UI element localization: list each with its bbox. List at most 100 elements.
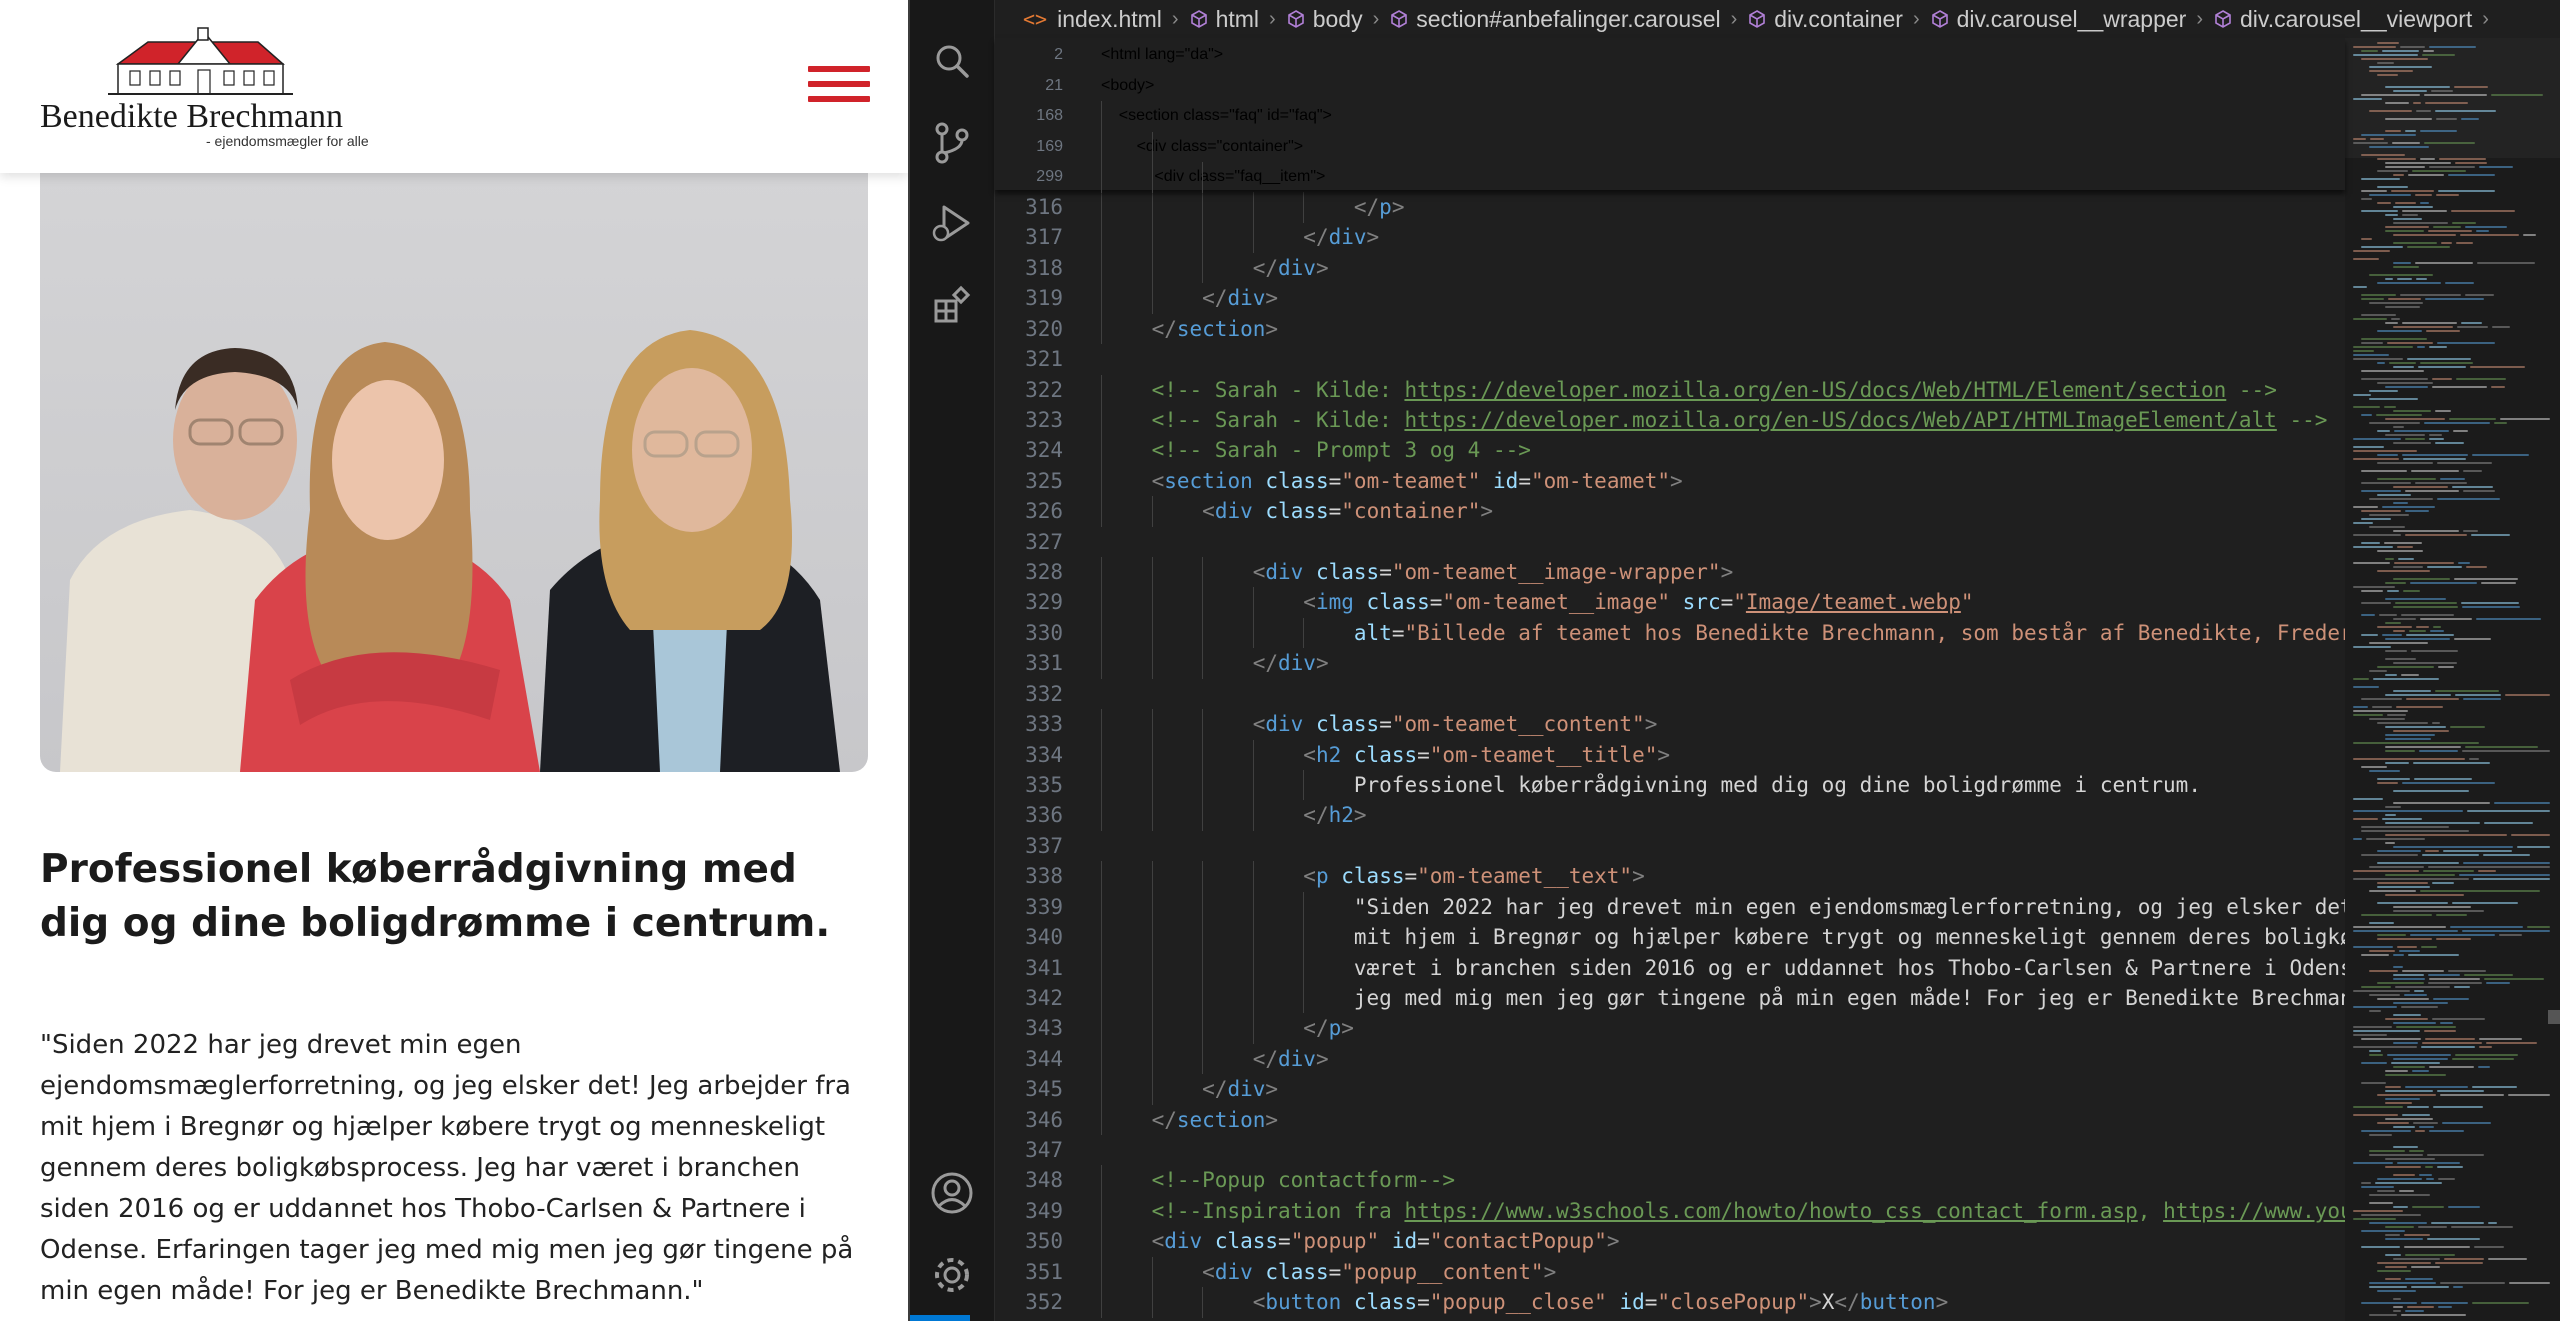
code-line[interactable]: 348 <!--Popup contactform--> xyxy=(995,1165,2345,1195)
code-line[interactable]: 335 Professionel køberrådgivning med dig… xyxy=(995,770,2345,800)
indent-guide xyxy=(1252,982,1254,1014)
code-line[interactable]: 351 <div class="popup__content"> xyxy=(995,1257,2345,1287)
code-line[interactable]: 333 <div class="om-teamet__content"> xyxy=(995,709,2345,739)
code-line[interactable]: 347 xyxy=(995,1135,2345,1165)
site-logo[interactable]: Benedikte Brechmann - ejendomsmægler for… xyxy=(40,24,369,154)
run-debug-icon[interactable] xyxy=(910,188,994,258)
code-line[interactable]: 337 xyxy=(995,831,2345,861)
search-icon[interactable] xyxy=(910,26,994,96)
breadcrumb[interactable]: <> index.html › html › body › section#anbef… xyxy=(995,0,2560,38)
code-line[interactable]: 21 <body> xyxy=(995,71,2345,101)
minimap-line xyxy=(2361,590,2383,592)
extensions-icon[interactable] xyxy=(910,270,994,340)
code-token: <!--Popup contactform--> xyxy=(1151,1168,1456,1193)
sticky-scroll-header[interactable]: 2 <html lang="da"> 21 <body> 168 <section cl… xyxy=(995,38,2345,193)
minimap-line xyxy=(2471,534,2510,536)
minimap-line xyxy=(2415,262,2473,264)
code-line[interactable]: 299 <div class="faq__item"> xyxy=(995,162,2345,192)
minimap-line xyxy=(2416,278,2427,280)
minimap-line xyxy=(2478,870,2496,872)
minimap-line xyxy=(2405,1278,2433,1280)
code-token: "popup__content" xyxy=(1341,1259,1544,1284)
minimap-line xyxy=(2477,262,2535,264)
code-line[interactable]: 317 </div> xyxy=(995,222,2345,252)
code-line[interactable]: 339 "Siden 2022 har jeg drevet min egen … xyxy=(995,892,2345,922)
code-line[interactable]: 327 xyxy=(995,527,2345,557)
code-line[interactable]: 336 </h2> xyxy=(995,800,2345,830)
code-line[interactable]: 320 </section> xyxy=(995,314,2345,344)
settings-gear-icon[interactable] xyxy=(910,1240,994,1310)
breadcrumb-item[interactable]: index.html xyxy=(1057,6,1162,33)
code-token: div xyxy=(1227,286,1266,311)
code-line[interactable]: 324 <!-- Sarah - Prompt 3 og 4 --> xyxy=(995,435,2345,465)
minimap-line xyxy=(2420,890,2540,892)
code-line[interactable]: 169 <div class="container"> xyxy=(995,132,2345,162)
minimap-line xyxy=(2393,1058,2448,1060)
code-line[interactable]: 321 xyxy=(995,344,2345,374)
breadcrumb-item[interactable]: › body xyxy=(1259,6,1363,33)
code-line[interactable]: 316 </p> xyxy=(995,192,2345,222)
minimap-line xyxy=(2393,266,2419,268)
code-line[interactable]: 338 <p class="om-teamet__text"> xyxy=(995,861,2345,891)
indent-guide xyxy=(1202,162,1204,193)
code-token: div xyxy=(1145,137,1167,155)
minimap-line xyxy=(2393,206,2433,208)
minimap-line xyxy=(2361,1062,2387,1064)
breadcrumb-item[interactable]: › section#anbefalinger.carousel xyxy=(1363,6,1721,33)
breadcrumb-item[interactable]: › div.carousel__viewport › xyxy=(2186,6,2499,33)
code-line[interactable]: 326 <div class="container"> xyxy=(995,496,2345,526)
code-token: < xyxy=(1101,46,1111,63)
code-line[interactable]: 344 </div> xyxy=(995,1044,2345,1074)
minimap-line xyxy=(2432,882,2454,884)
code-token: = xyxy=(1328,1259,1342,1284)
breadcrumb-item[interactable]: › div.carousel__wrapper xyxy=(1903,6,2186,33)
code-editor[interactable]: <> index.html › html › body › section#anbef… xyxy=(995,0,2560,1321)
minimap-line xyxy=(2460,234,2519,236)
code-line[interactable]: 334 <h2 class="om-teamet__title"> xyxy=(995,740,2345,770)
minimap-line xyxy=(2353,1026,2392,1028)
minimap-line xyxy=(2377,934,2406,936)
code-line[interactable]: 350 <div class="popup" id="contactPopup"… xyxy=(995,1226,2345,1256)
code-line[interactable]: 325 <section class="om-teamet" id="om-te… xyxy=(995,466,2345,496)
code-line[interactable]: 331 </div> xyxy=(995,648,2345,678)
code-line[interactable]: 328 <div class="om-teamet__image-wrapper… xyxy=(995,557,2345,587)
indent-guide xyxy=(1252,952,1254,983)
code-line[interactable]: 341 været i branchen siden 2016 og er ud… xyxy=(995,953,2345,983)
code-line[interactable]: 345 </div> xyxy=(995,1074,2345,1104)
breadcrumb-item[interactable]: › div.container xyxy=(1721,6,1903,33)
code-line[interactable]: 318 </div> xyxy=(995,253,2345,283)
minimap-line xyxy=(2382,818,2422,820)
scrollbar-thumb[interactable] xyxy=(2548,1010,2560,1024)
minimap-line xyxy=(2353,286,2367,288)
code-line[interactable]: 322 <!-- Sarah - Kilde: https://develope… xyxy=(995,375,2345,405)
code-line[interactable]: 330 alt="Billede af teamet hos Benedikte… xyxy=(995,618,2345,648)
minimap-line xyxy=(2437,1090,2484,1092)
code-token: "Siden 2022 har jeg drevet min egen ejen… xyxy=(1353,894,2345,919)
code-line[interactable]: 349 <!--Inspiration fra https://www.w3sc… xyxy=(995,1196,2345,1226)
code-line[interactable]: 323 <!-- Sarah - Kilde: https://develope… xyxy=(995,405,2345,435)
code-line[interactable]: 332 xyxy=(995,679,2345,709)
hamburger-menu-icon[interactable] xyxy=(808,66,870,110)
minimap-line xyxy=(2361,830,2469,832)
status-bar-remote-indicator[interactable] xyxy=(910,1315,970,1321)
minimap-line xyxy=(2377,430,2390,432)
code-line[interactable]: 2 <html lang="da"> xyxy=(995,40,2345,70)
source-control-icon[interactable] xyxy=(910,108,994,178)
minimap-line xyxy=(2432,386,2487,388)
code-line[interactable]: 329 <img class="om-teamet__image" src="I… xyxy=(995,587,2345,617)
code-line[interactable]: 168 <section class="faq" id="faq"> xyxy=(995,101,2345,131)
code-token: < xyxy=(1202,499,1215,524)
account-icon[interactable] xyxy=(910,1158,994,1228)
code-line[interactable]: 343 </p> xyxy=(995,1013,2345,1043)
minimap-line xyxy=(2409,630,2426,632)
code-line[interactable]: 319 </div> xyxy=(995,283,2345,313)
code-line[interactable]: 346 </section> xyxy=(995,1105,2345,1135)
minimap-line xyxy=(2429,346,2447,348)
breadcrumb-item[interactable]: › html xyxy=(1162,6,1259,33)
code-line[interactable]: 340 mit hjem i Bregnør og hjælper købere… xyxy=(995,922,2345,952)
code-token: div xyxy=(1163,168,1185,185)
minimap[interactable] xyxy=(2345,38,2560,1321)
code-line[interactable]: 342 jeg med mig men jeg gør tingene på m… xyxy=(995,983,2345,1013)
code-line[interactable]: 352 <button class="popup__close" id="clo… xyxy=(995,1287,2345,1317)
minimap-line xyxy=(2353,142,2388,144)
